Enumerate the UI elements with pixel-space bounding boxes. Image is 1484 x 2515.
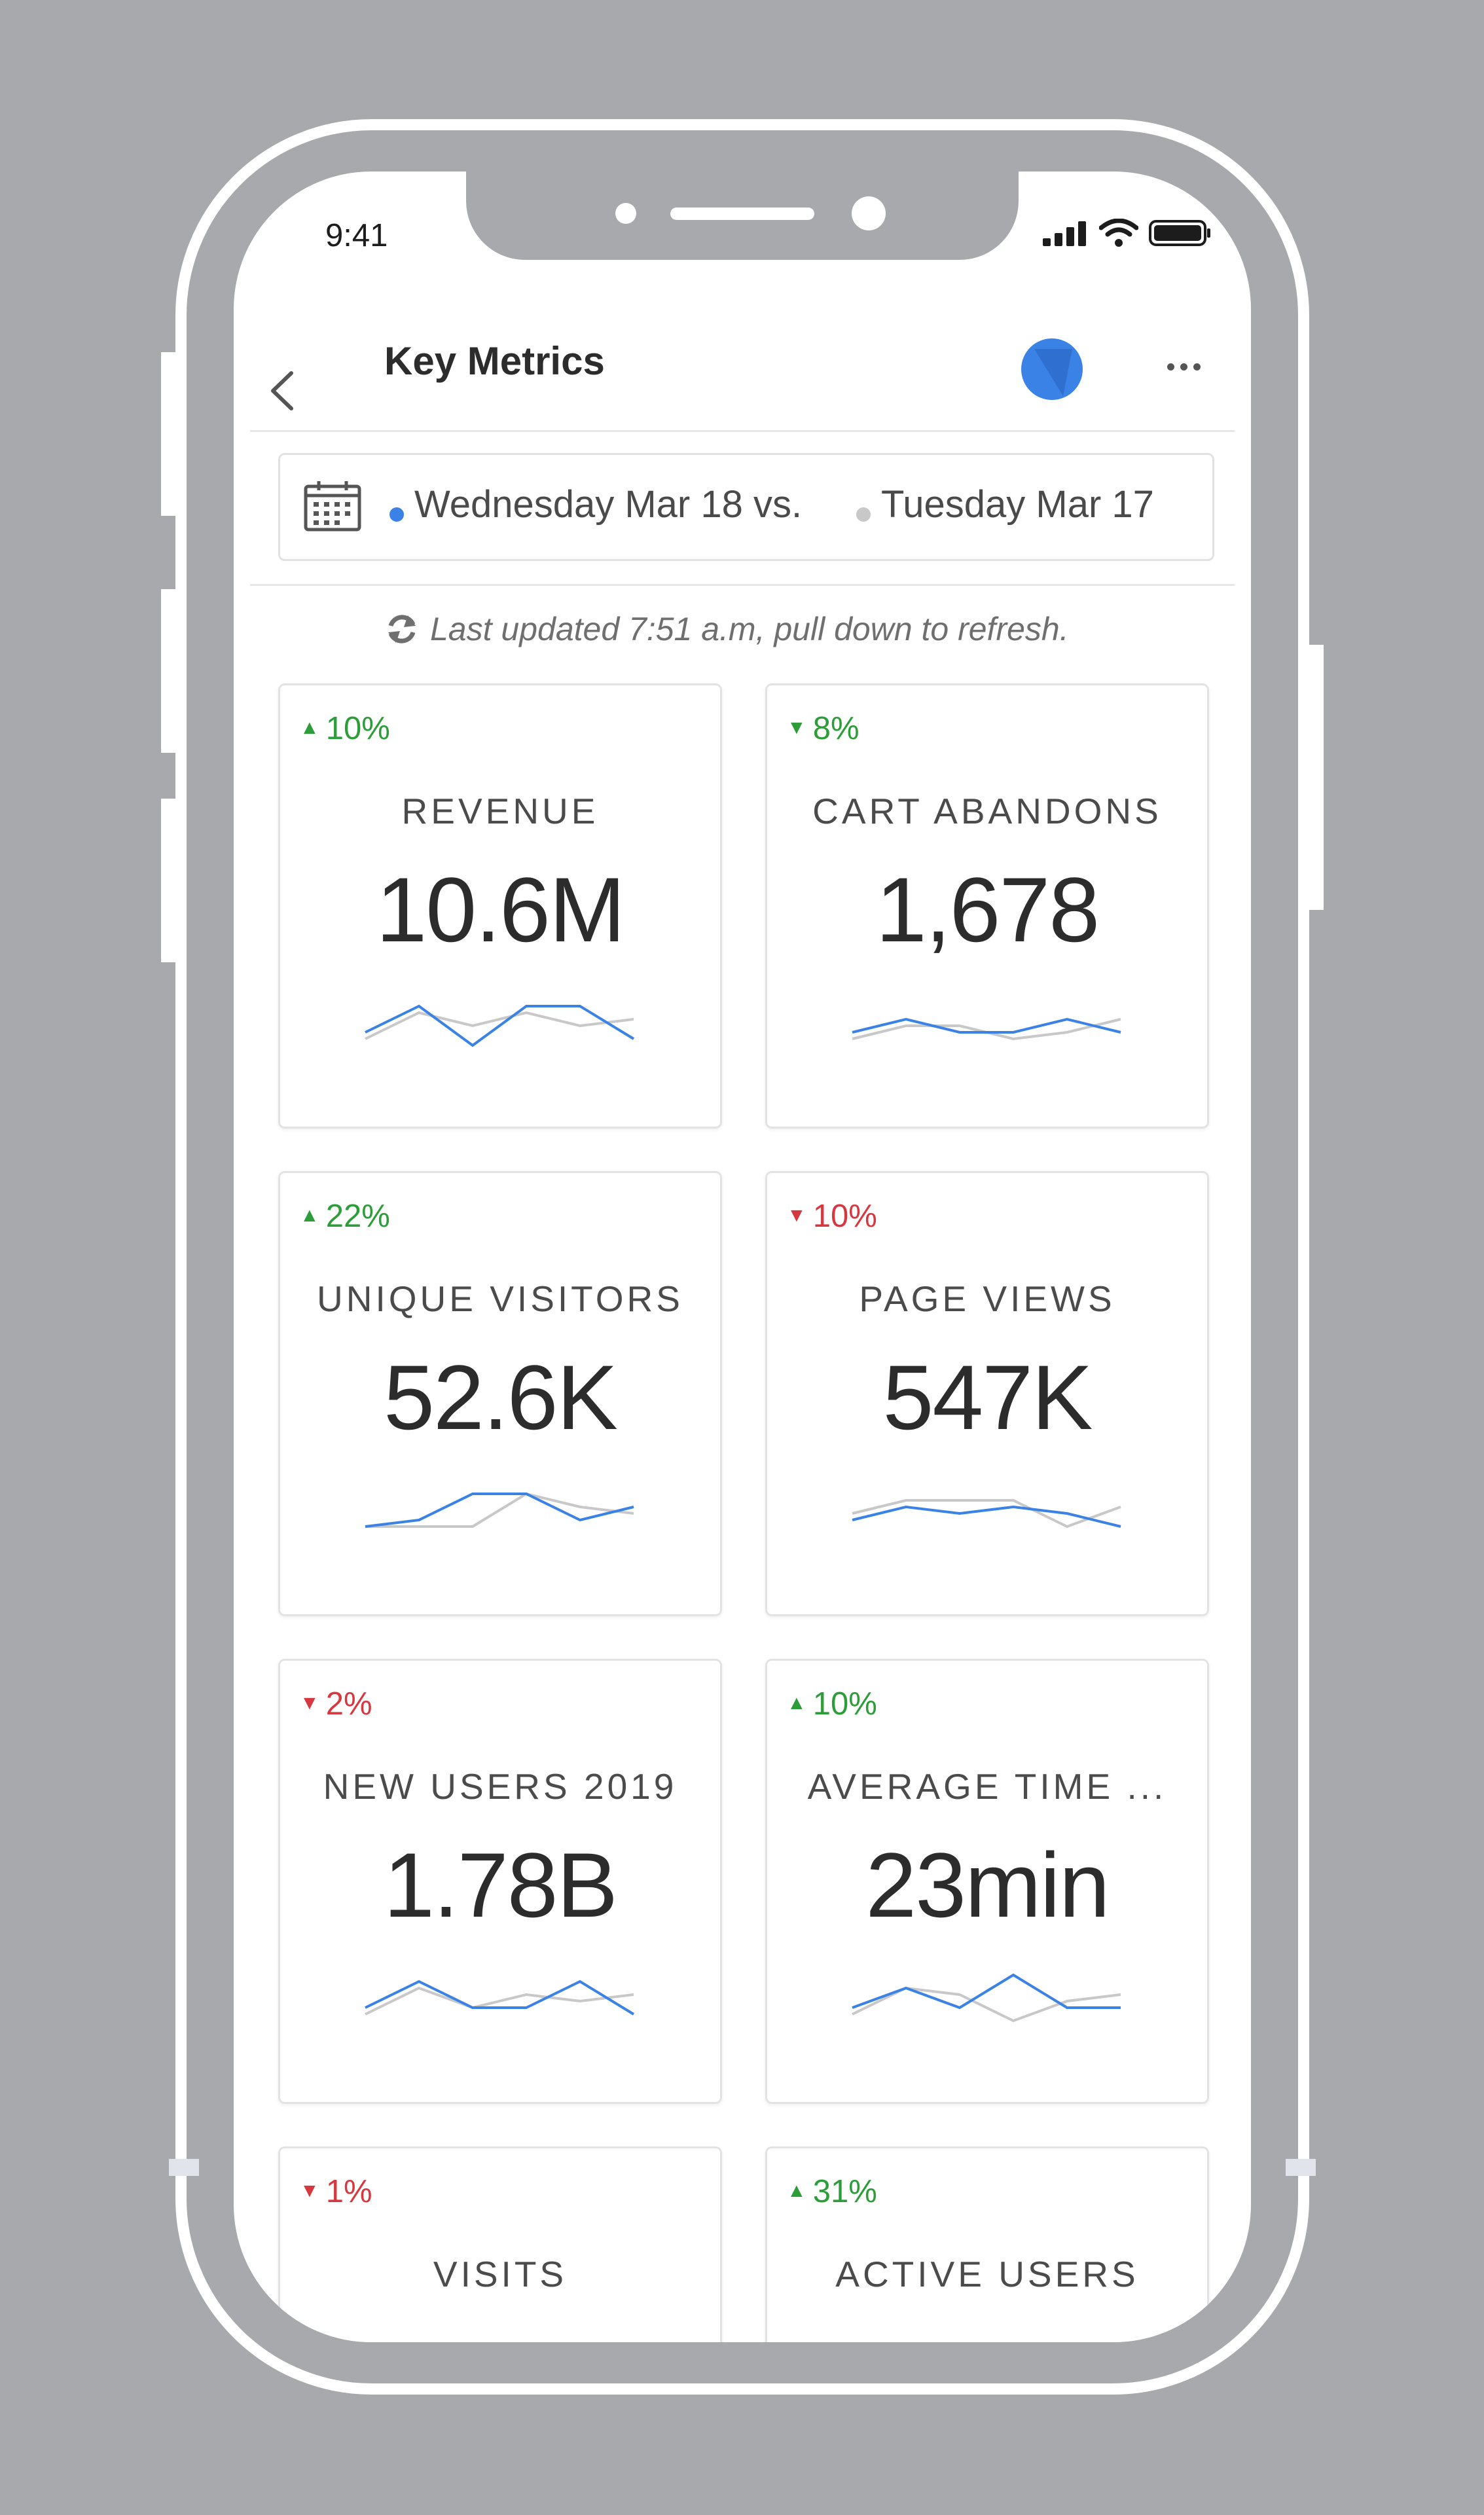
metric-card[interactable]: ▼ 1% VISITS bbox=[278, 2146, 722, 2342]
refresh-row: Last updated 7:51 a.m, pull down to refr… bbox=[384, 610, 1069, 648]
current-period-dot bbox=[389, 507, 404, 522]
metric-title: ACTIVE USERS bbox=[835, 2254, 1139, 2294]
triangle-up-icon: ▲ bbox=[787, 2180, 806, 2202]
date-divider bbox=[250, 584, 1235, 586]
avatar-shape-icon bbox=[1034, 349, 1072, 396]
triangle-up-icon: ▲ bbox=[300, 717, 319, 739]
sparkline bbox=[365, 1492, 634, 1528]
metric-title: AVERAGE TIME ... bbox=[807, 1766, 1167, 1807]
side-button-silent bbox=[161, 352, 175, 516]
sparkline-current bbox=[852, 1973, 1121, 2010]
camera-notch bbox=[466, 172, 1019, 260]
refresh-text: Last updated 7:51 a.m, pull down to refr… bbox=[430, 611, 1069, 647]
sparkline bbox=[852, 1499, 1121, 1529]
metric-change: ▲ 10% bbox=[787, 1686, 877, 1722]
triangle-down-icon: ▼ bbox=[787, 717, 806, 739]
sparkline bbox=[852, 1973, 1121, 2023]
metric-card[interactable]: ▲ 22% UNIQUE VISITORS 52.6K bbox=[278, 1171, 722, 1616]
avatar[interactable] bbox=[1021, 338, 1083, 400]
metric-change-value: 1% bbox=[325, 2174, 372, 2209]
metric-title: UNIQUE VISITORS bbox=[317, 1278, 683, 1319]
battery-icon bbox=[1149, 220, 1210, 246]
current-period-label: Wednesday Mar 18 vs. bbox=[414, 483, 803, 526]
sparkline-previous bbox=[852, 1499, 1121, 1529]
status-icons bbox=[1043, 219, 1212, 247]
metric-change-value: 2% bbox=[325, 1686, 372, 1722]
metric-card[interactable]: ▲ 31% ACTIVE USERS bbox=[765, 2146, 1209, 2342]
speaker-grille bbox=[670, 208, 814, 220]
metric-card[interactable]: ▲ 10% REVENUE 10.6M bbox=[278, 683, 722, 1129]
back-chevron-icon[interactable] bbox=[260, 368, 306, 414]
metric-card[interactable]: ▲ 10% AVERAGE TIME ... 23min bbox=[765, 1659, 1209, 2104]
metric-change: ▲ 31% bbox=[787, 2173, 877, 2210]
signal-icon bbox=[1043, 221, 1086, 246]
wifi-icon bbox=[1099, 219, 1138, 247]
metric-card[interactable]: ▼ 2% NEW USERS 2019 1.78B bbox=[278, 1659, 722, 2104]
metric-title: VISITS bbox=[433, 2254, 568, 2294]
compare-period-label: Tuesday Mar 17 bbox=[881, 483, 1154, 526]
metric-title: PAGE VIEWS bbox=[859, 1278, 1115, 1319]
triangle-down-icon: ▼ bbox=[300, 1692, 319, 1714]
metric-value: 1,678 bbox=[875, 858, 1100, 961]
metric-change-value: 10% bbox=[325, 711, 390, 746]
metric-title: CART ABANDONS bbox=[812, 791, 1162, 831]
compare-period-dot bbox=[856, 507, 871, 522]
metric-value: 10.6M bbox=[376, 858, 625, 961]
sparkline-current bbox=[852, 1505, 1121, 1528]
metric-value: 1.78B bbox=[384, 1834, 618, 1936]
sparkline-current bbox=[365, 1004, 635, 1047]
metric-title: NEW USERS 2019 bbox=[323, 1766, 678, 1807]
metric-change-value: 31% bbox=[812, 2174, 877, 2209]
header-divider bbox=[250, 430, 1235, 432]
more-dot bbox=[1193, 363, 1201, 371]
more-dot bbox=[1180, 363, 1187, 371]
metric-change-value: 22% bbox=[325, 1199, 390, 1234]
metric-value: 52.6K bbox=[384, 1346, 618, 1449]
metric-change: ▼ 2% bbox=[300, 1686, 372, 1722]
page-title: Key Metrics bbox=[384, 339, 605, 383]
date-range-selector[interactable]: Wednesday Mar 18 vs. Tuesday Mar 17 bbox=[278, 453, 1214, 561]
side-button-volume-up bbox=[161, 589, 175, 753]
frame-antenna-right bbox=[1286, 2159, 1316, 2176]
sparkline-previous bbox=[365, 1986, 634, 2016]
metric-change: ▼ 10% bbox=[787, 1198, 877, 1235]
frame-antenna-left bbox=[169, 2159, 199, 2176]
sparkline-current bbox=[365, 1980, 635, 2016]
triangle-up-icon: ▲ bbox=[300, 1204, 319, 1227]
metric-change: ▼ 8% bbox=[787, 710, 860, 747]
metric-change-value: 8% bbox=[812, 711, 860, 746]
sparkline bbox=[852, 1017, 1121, 1041]
side-button-volume-down bbox=[161, 799, 175, 962]
sparkline bbox=[365, 1980, 635, 2016]
metric-change-value: 10% bbox=[812, 1199, 877, 1234]
camera-dot bbox=[852, 196, 886, 230]
more-dot bbox=[1167, 363, 1174, 371]
metric-change: ▲ 22% bbox=[300, 1198, 390, 1235]
calendar-icon bbox=[304, 481, 361, 532]
triangle-down-icon: ▼ bbox=[300, 2180, 319, 2202]
metric-value: 547K bbox=[882, 1346, 1093, 1449]
metric-title: REVENUE bbox=[401, 791, 599, 831]
sparkline bbox=[365, 1004, 635, 1047]
metric-change: ▼ 1% bbox=[300, 2173, 372, 2210]
metric-change: ▲ 10% bbox=[300, 710, 390, 747]
metric-card[interactable]: ▼ 10% PAGE VIEWS 547K bbox=[765, 1171, 1209, 1616]
side-button-power bbox=[1309, 645, 1324, 910]
triangle-up-icon: ▲ bbox=[787, 1692, 806, 1714]
metric-card[interactable]: ▼ 8% CART ABANDONS 1,678 bbox=[765, 683, 1209, 1129]
sensor-dot bbox=[615, 203, 636, 224]
more-options-icon[interactable] bbox=[1167, 363, 1201, 371]
status-time: 9:41 bbox=[325, 218, 388, 253]
metric-change-value: 10% bbox=[812, 1686, 877, 1722]
refresh-icon bbox=[388, 615, 416, 643]
triangle-down-icon: ▼ bbox=[787, 1204, 806, 1227]
phone-screen: 9:41 Key Metrics Wednesday Mar 18 vs. Tu… bbox=[234, 172, 1251, 2342]
metric-value: 23min bbox=[865, 1834, 1110, 1936]
